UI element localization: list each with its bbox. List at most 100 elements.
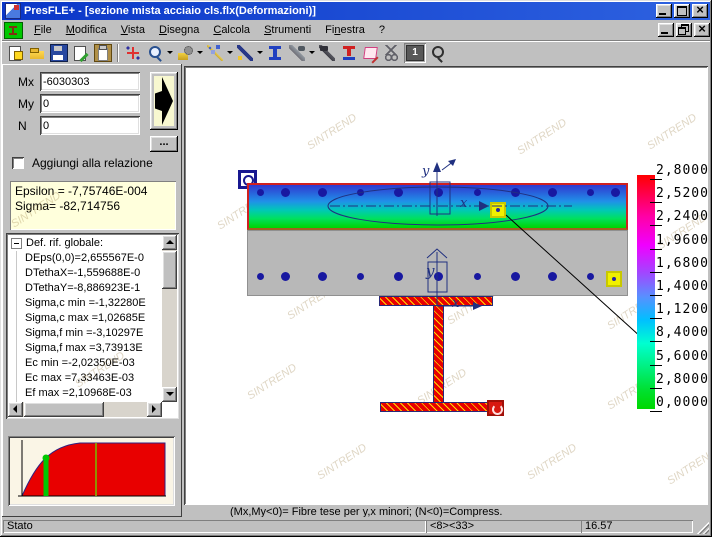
scale-tick (650, 411, 662, 412)
zoom-button[interactable] (144, 43, 166, 63)
dropdown-arrow-icon[interactable] (256, 43, 264, 63)
steel-section-icon (267, 45, 283, 61)
steel-section-button[interactable] (264, 43, 286, 63)
mx-label: Mx (18, 75, 34, 89)
scale-label: 2,8000 (656, 163, 708, 178)
scale-label: 1,4000 (656, 279, 708, 294)
materials-icon (177, 45, 193, 61)
press-button[interactable] (338, 43, 360, 63)
tree-vertical-scrollbar[interactable] (162, 235, 177, 402)
status-value: 16.57 (581, 520, 693, 533)
status-bar: Stato <8><33> 16.57 (2, 517, 710, 535)
paste-icon (94, 44, 112, 62)
calc-one-button[interactable]: 1 (404, 43, 426, 63)
dropdown-arrow-icon[interactable] (166, 43, 174, 63)
scale-tick (650, 295, 662, 296)
maximize-button[interactable] (674, 4, 690, 18)
dropdown-arrow-icon[interactable] (226, 43, 234, 63)
my-input[interactable] (40, 94, 140, 113)
edit-report-button[interactable] (70, 43, 92, 63)
scale-label: 2,2400 (656, 209, 708, 224)
hscroll-thumb[interactable] (24, 402, 104, 417)
close-button[interactable] (692, 4, 708, 18)
stress-strain-curve (8, 436, 171, 502)
scale-label: 1,9600 (656, 233, 708, 248)
open-button[interactable] (26, 43, 48, 63)
dropdown-arrow-icon[interactable] (308, 43, 316, 63)
scale-tick (650, 341, 662, 342)
menu-item-calcola[interactable]: Calcola (206, 22, 257, 38)
find-zoom-button[interactable] (426, 43, 448, 63)
scale-tick (650, 179, 662, 180)
status-text: Stato (3, 520, 426, 533)
tree-root[interactable]: Def. rif. globale: (8, 235, 162, 251)
minimize-button[interactable] (656, 4, 672, 18)
sketch-button[interactable] (360, 43, 382, 63)
tree-item[interactable]: Ec min =-2,02350E-03 (8, 356, 162, 371)
compute-arrow-button[interactable] (150, 72, 178, 130)
tree-item[interactable]: DTethaY=-8,886923E-1 (8, 281, 162, 296)
scale-label: 1,1200 (656, 302, 708, 317)
child-window-icon[interactable] (4, 22, 23, 39)
menu-item-file[interactable]: File (27, 22, 59, 38)
section-canvas[interactable]: SINTRENDSINTRENDSINTRENDSINTRENDSINTREND… (184, 66, 708, 505)
vscroll-thumb[interactable] (162, 251, 177, 289)
tree-item[interactable]: Sigma,f min =-3,10297E (8, 326, 162, 341)
sigma-value: Sigma= -82,714756 (15, 199, 171, 214)
tree-item[interactable]: Sigma,c min =-1,32280E (8, 296, 162, 311)
scissors-button[interactable] (382, 43, 404, 63)
paste-button[interactable] (92, 43, 114, 63)
save-button[interactable] (48, 43, 70, 63)
pen-button[interactable] (234, 43, 256, 63)
tree-item[interactable]: DTethaX=-1,559688E-0 (8, 266, 162, 281)
tools-icon (289, 45, 305, 61)
tree-item[interactable]: DEps(0,0)=2,655567E-0 (8, 251, 162, 266)
tools-button[interactable] (286, 43, 308, 63)
mx-input[interactable] (40, 72, 140, 91)
new-report-button[interactable] (4, 43, 26, 63)
menu-item-strumenti[interactable]: Strumenti (257, 22, 318, 38)
tree-horizontal-scrollbar[interactable] (8, 402, 162, 417)
app-window: PresFLE+ - [sezione mista acciaio cls.fl… (0, 0, 712, 537)
dropdown-arrow-icon[interactable] (196, 43, 204, 63)
n-input[interactable] (40, 116, 140, 135)
press-icon (341, 45, 357, 61)
hammer-button[interactable] (316, 43, 338, 63)
toolbar-separator (114, 43, 122, 63)
child-close-button[interactable] (694, 23, 710, 37)
materials-button[interactable] (174, 43, 196, 63)
scale-tick (650, 318, 662, 319)
save-icon (50, 44, 68, 62)
add-to-report-label: Aggiungi alla relazione (32, 156, 153, 170)
child-restore-button[interactable] (676, 23, 692, 37)
scale-tick (650, 365, 662, 366)
stress-strain-chart (8, 436, 175, 506)
tree-item[interactable]: Sigma,f max =3,73913E (8, 341, 162, 356)
child-minimize-button[interactable] (658, 23, 674, 37)
tree-item[interactable]: Sigma,c max =1,02685E (8, 311, 162, 326)
menu-item-[interactable]: ? (372, 22, 392, 38)
axes-point-button[interactable] (122, 43, 144, 63)
tree-item[interactable]: Ec max =7,33463E-03 (8, 371, 162, 386)
edit-report-icon (73, 45, 89, 61)
tree-item[interactable]: Ef max =2,10968E-03 (8, 386, 162, 401)
scroll-down-icon[interactable] (162, 387, 177, 402)
status-coords: <8><33> (426, 520, 582, 533)
more-options-button[interactable]: ... (150, 136, 178, 152)
add-to-report-checkbox[interactable] (12, 157, 24, 169)
scroll-left-icon[interactable] (8, 402, 23, 417)
resize-grip[interactable] (697, 522, 709, 534)
scale-tick (650, 388, 662, 389)
menu-item-finestra[interactable]: Finestra (318, 22, 372, 38)
menu-item-modifica[interactable]: Modifica (59, 22, 114, 38)
find-zoom-icon (429, 45, 445, 61)
scroll-up-icon[interactable] (162, 235, 177, 250)
scale-tick (650, 202, 662, 203)
current-strain-marker (43, 455, 50, 462)
menu-item-disegna[interactable]: Disegna (152, 22, 206, 38)
menu-item-vista[interactable]: Vista (114, 22, 152, 38)
results-tree: Def. rif. globale:DEps(0,0)=2,655567E-0D… (6, 233, 179, 419)
wand-button[interactable] (204, 43, 226, 63)
collapse-icon[interactable] (11, 238, 22, 249)
scroll-right-icon[interactable] (147, 402, 162, 417)
